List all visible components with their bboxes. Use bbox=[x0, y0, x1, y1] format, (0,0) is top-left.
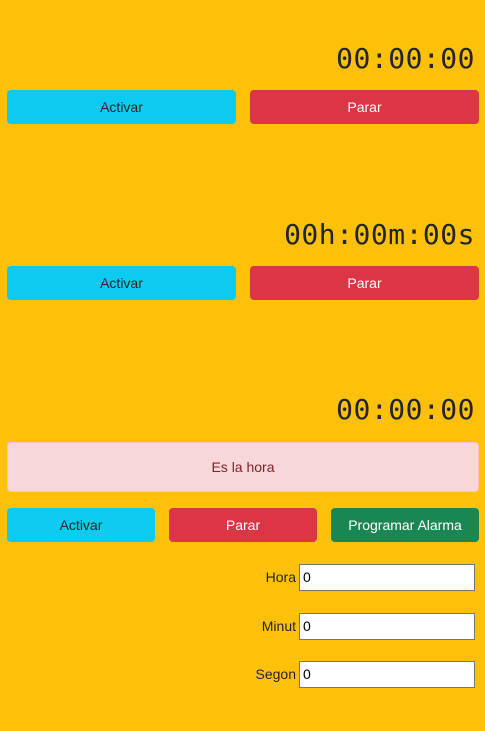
clock-stop-button[interactable]: Parar bbox=[250, 90, 479, 124]
minute-label: Minut bbox=[261, 618, 296, 634]
hour-input[interactable] bbox=[299, 563, 475, 591]
timer-stop-button[interactable]: Parar bbox=[250, 266, 479, 300]
second-input[interactable] bbox=[299, 660, 475, 688]
alarm-stop-button[interactable]: Parar bbox=[169, 508, 317, 542]
hour-label: Hora bbox=[265, 569, 296, 585]
hour-field-row: Hora bbox=[266, 563, 475, 591]
clock-start-button[interactable]: Activar bbox=[7, 90, 236, 124]
second-field-row: Segon bbox=[256, 660, 475, 688]
minute-field-row: Minut bbox=[262, 612, 475, 640]
alarm-display: 00:00:00 bbox=[336, 393, 475, 426]
clock-display: 00:00:00 bbox=[336, 42, 475, 75]
set-alarm-button[interactable]: Programar Alarma bbox=[331, 508, 479, 542]
timer-start-button[interactable]: Activar bbox=[7, 266, 236, 300]
alarm-alert: Es la hora bbox=[7, 442, 479, 492]
second-label: Segon bbox=[255, 666, 296, 682]
timer-display: 00h:00m:00s bbox=[284, 218, 475, 251]
alarm-start-button[interactable]: Activar bbox=[7, 508, 155, 542]
minute-input[interactable] bbox=[299, 612, 475, 640]
